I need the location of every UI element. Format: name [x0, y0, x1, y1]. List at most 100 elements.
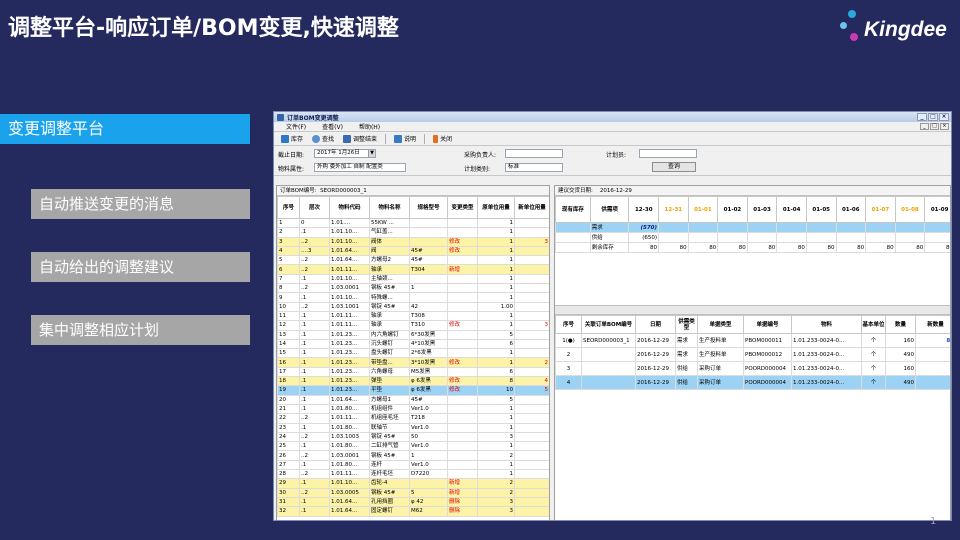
table-cell: [409, 273, 448, 285]
table-row[interactable]: 11.1 1.01.11... 轴承 T308 1: [277, 310, 549, 322]
table-row[interactable]: 6 ..2 1.01.11... 轴承 T304 新增 1: [277, 264, 549, 275]
bom-table: 序号 层次 物料代码 物料名称 规格型号 变更类型 原单位用量 新单位用量 1 0 1.01...…: [277, 196, 549, 517]
table-cell: 5: [277, 255, 300, 266]
table-row[interactable]: 4 2016-12-29 供给 采购订单 POORD000004 1.01.233-002…: [555, 375, 950, 390]
table-row[interactable]: 1 0 1.01.... 55KW ... 1: [277, 217, 549, 229]
table-row[interactable]: 18.1 1.01.23... 弹垫 φ 6发黑 修改 8 4: [277, 376, 549, 387]
menu-file[interactable]: 文件(F): [286, 122, 306, 131]
table-row[interactable]: 4 ....3 1.01.64... 阀 45# 修改 1: [277, 245, 549, 257]
table-cell: 钢板 45#: [369, 487, 410, 498]
plan-type-field[interactable]: 标准: [505, 163, 563, 172]
mdi-restore-button[interactable]: □: [930, 123, 939, 130]
table-cell: T308: [409, 310, 448, 322]
mdi-minimize-button[interactable]: _: [920, 123, 929, 130]
table-cell: [514, 338, 549, 350]
table-row[interactable]: 20.1 1.01.64... 方螺母1 45# 5: [277, 394, 549, 405]
delivery-header: 建议交货日期: 2016-12-29: [555, 186, 950, 196]
table-cell: 3: [477, 506, 515, 517]
table-cell: 19: [277, 385, 300, 396]
table-cell: [555, 222, 591, 233]
table-row[interactable]: 25.1 1.01.80... 二缸排气管 Ver1.0 1: [277, 441, 549, 452]
schedule-column-header: 01-02: [717, 196, 748, 223]
table-cell: PBOM000011: [743, 333, 792, 348]
table-row[interactable]: 8 ..2 1.03.0001 钢板 45# 1 1: [277, 283, 549, 294]
table-cell: 轴承: [369, 320, 410, 331]
table-row[interactable]: 5 ..2 1.01.64... 方螺母2 45# 1: [277, 255, 549, 266]
table-cell: 1.01.11...: [329, 320, 370, 331]
orders-column-header: 新数量: [915, 315, 950, 334]
table-row[interactable]: 7.1 1.01.10... 主轴颈... 1: [277, 273, 549, 285]
schedule-column-header: 现有库存: [555, 196, 591, 223]
menu-view[interactable]: 查看(V): [322, 122, 343, 131]
table-row[interactable]: 28 ..2 1.01.11... 连杆毛坯 D7220 1: [277, 468, 549, 480]
table-row[interactable]: 2 2016-12-29 需求 生产投料单 PBOM000012 1.01.233-002…: [555, 347, 950, 362]
minimize-button[interactable]: _: [917, 113, 927, 121]
table-row[interactable]: 13.1 1.01.23... 内六角螺钉 6*30发黑 5: [277, 329, 549, 340]
table-row[interactable]: 剩余库存8080808080808080808080: [555, 242, 950, 253]
query-button[interactable]: 查询: [652, 162, 696, 172]
table-row[interactable]: 23.1 1.01.80... 联轴节 Ver1.0 1: [277, 422, 549, 433]
logo-text: Kingdee: [864, 18, 947, 41]
horizontal-scrollbar[interactable]: [555, 305, 950, 315]
table-cell: 带垫盘...: [369, 357, 410, 368]
close-window-button[interactable]: ×: [939, 113, 949, 121]
cutoff-date-picker[interactable]: 2017年 1月26日 ▼: [314, 149, 376, 158]
table-cell: 1(●): [555, 333, 582, 348]
table-cell: 2016-12-29: [635, 347, 676, 362]
table-row[interactable]: 17.1 1.01.23... 六角螺母 M5发黑 6: [277, 366, 549, 378]
table-row[interactable]: 21.1 1.01.80... 机组组件 Ver1.0 1: [277, 403, 549, 415]
table-cell: 修改: [447, 236, 478, 247]
table-cell: 1.03.0001: [329, 450, 370, 461]
table-cell: 10: [277, 301, 300, 312]
help-button[interactable]: 说明: [391, 133, 419, 144]
table-cell: [581, 347, 636, 362]
planner-input[interactable]: [639, 149, 697, 158]
material-attr-field[interactable]: 外购 委外加工 自制 配置类: [314, 163, 406, 172]
table-cell: 1.01.11...: [329, 264, 370, 275]
table-cell: [776, 232, 807, 243]
table-row[interactable]: 30 ..2 1.03.0005 钢板 45# 5 新增 2: [277, 487, 549, 498]
table-row[interactable]: 3 2016-12-29 供给 采购订单 POORD000004 1.01.233-002…: [555, 361, 950, 376]
table-row[interactable]: 2.1 1.01.10... 气缸盖... 1: [277, 227, 549, 238]
table-row[interactable]: 27.1 1.01.80... 连杆 Ver1.0 1: [277, 459, 549, 471]
maximize-button[interactable]: □: [928, 113, 938, 121]
table-row[interactable]: 15.1 1.01.23... 盘头螺钉 2*6发黑 1: [277, 348, 549, 359]
buyer-input[interactable]: [505, 149, 563, 158]
logo-dot-icon: [840, 22, 847, 29]
menu-help[interactable]: 帮助(H): [359, 122, 380, 131]
find-button[interactable]: 查找: [309, 133, 337, 144]
table-cell: 特殊螺...: [369, 292, 410, 303]
table-cell: [746, 222, 778, 233]
mdi-close-button[interactable]: ×: [940, 123, 949, 130]
table-cell: ....3: [299, 245, 330, 257]
close-button[interactable]: 关闭: [430, 133, 455, 144]
inventory-button[interactable]: 库存: [278, 133, 306, 144]
table-cell: [924, 232, 950, 243]
finish-adjust-button[interactable]: 调整结束: [340, 133, 380, 144]
table-row[interactable]: 14.1 1.01.23... 沉头螺钉 4*10发黑 6: [277, 338, 549, 350]
table-cell: 二缸排气管: [369, 441, 410, 452]
table-row[interactable]: 1(●) SEORD000003_1 2016-12-29 需求 生产投料单 PBOM00…: [555, 333, 950, 348]
table-row[interactable]: 供给 (650): [555, 232, 950, 243]
table-row[interactable]: 10 ..2 1.03.1001 钢锭 45# 42 1.00: [277, 301, 549, 312]
table-row[interactable]: 19.1 1.01.23... 平垫 φ 6发黑 修改 10 5: [277, 385, 549, 396]
table-cell: 1.01.64...: [329, 394, 370, 405]
table-cell: 齿轮-4: [369, 478, 410, 489]
bom-column-header: 原单位用量: [477, 196, 515, 219]
table-row[interactable]: 22 ..2 1.01.11... 机组座毛坯 T218 1: [277, 413, 549, 424]
table-row[interactable]: 12.1 1.01.11... 轴承 T310 修改 1 3: [277, 320, 549, 331]
table-cell: [581, 375, 636, 390]
table-row[interactable]: 29.1 1.01.10... 齿轮-4 新增 2: [277, 478, 549, 489]
table-row[interactable]: 16.1 1.01.23... 带垫盘... 3*10发黑 修改 1 2: [277, 357, 549, 368]
bom-column-header: 层次: [299, 196, 330, 219]
table-row[interactable]: 24 ..2 1.03.1003 钢锭 45# 50 3: [277, 431, 549, 443]
table-cell: [514, 441, 549, 452]
table-cell: φ 6发黑: [409, 376, 448, 387]
table-row[interactable]: 3 ..2 1.01.10... 阀体 修改 1 3: [277, 236, 549, 247]
table-row[interactable]: 31.1 1.01.64... 孔用挡圈 φ 42 删除 3: [277, 496, 549, 508]
table-row[interactable]: 9.1 1.01.10... 特殊螺... 1: [277, 292, 549, 303]
table-row[interactable]: 26 ..2 1.03.0001 钢板 45# 1 2: [277, 450, 549, 461]
table-cell: [717, 222, 748, 233]
table-row[interactable]: 需求 (570): [555, 222, 950, 233]
table-row[interactable]: 32.1 1.01.64... 固定螺钉 M62 删除 3: [277, 506, 549, 517]
